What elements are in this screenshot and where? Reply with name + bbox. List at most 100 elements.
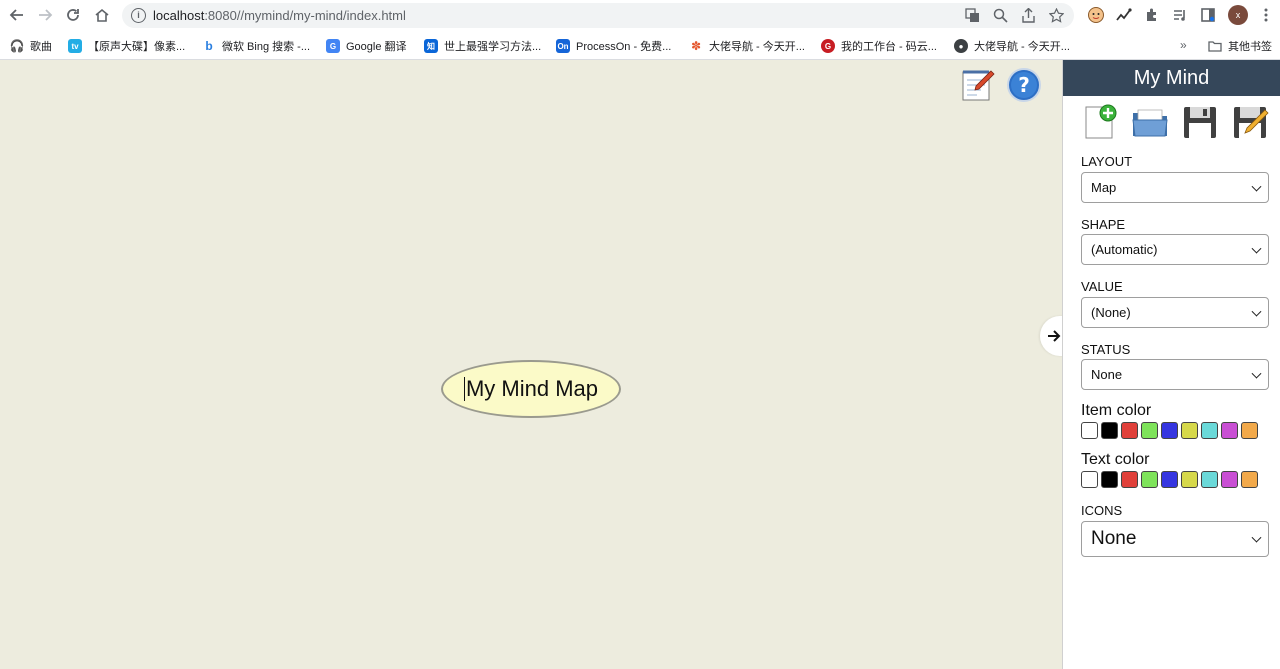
bookmark-item[interactable]: 知世上最强学习方法... — [424, 37, 541, 55]
icons-select[interactable]: None — [1081, 521, 1269, 557]
item-color-swatch-yellow[interactable] — [1181, 422, 1198, 439]
address-bar[interactable]: i localhost:8080//mymind/my-mind/index.h… — [122, 3, 1074, 28]
item-color-swatch-black[interactable] — [1101, 422, 1118, 439]
item-color-swatch-orange[interactable] — [1241, 422, 1258, 439]
root-node[interactable]: My Mind Map — [441, 360, 621, 418]
home-icon[interactable] — [91, 4, 113, 26]
zoom-icon[interactable] — [992, 7, 1009, 24]
value-select[interactable]: (None) — [1081, 297, 1269, 328]
bookmark-label: 大佬导航 - 今天开... — [974, 41, 1070, 53]
bookmark-item[interactable]: G 我的工作台 - 码云... — [821, 37, 937, 55]
item-color-swatch-red[interactable] — [1121, 422, 1138, 439]
new-file-icon[interactable] — [1081, 104, 1119, 140]
text-color-label: Text color — [1081, 451, 1150, 468]
bookmark-item[interactable]: 🎧 歌曲 — [10, 37, 52, 55]
bookmark-item[interactable]: b 微软 Bing 搜索 -... — [202, 37, 310, 55]
bookmark-label: 大佬导航 - 今天开... — [709, 41, 805, 53]
arrow-right-icon — [1048, 330, 1061, 342]
translate-icon[interactable] — [964, 7, 981, 24]
bookmark-label: 【原声大碟】像素... — [88, 41, 186, 53]
text-color-swatch-cyan[interactable] — [1201, 471, 1218, 488]
extension-chart-icon[interactable] — [1114, 5, 1134, 25]
folder-label: 其他书签 — [1228, 41, 1272, 53]
shape-label: SHAPE — [1081, 217, 1126, 232]
bookmark-label: 微软 Bing 搜索 -... — [222, 41, 311, 53]
processon-icon: On — [556, 39, 570, 53]
bookmark-item[interactable]: tv 【原声大碟】像素... — [68, 37, 185, 55]
extension-face-icon[interactable] — [1086, 5, 1106, 25]
status-label: STATUS — [1081, 342, 1131, 357]
headphones-icon: 🎧 — [9, 39, 25, 53]
bookmark-item[interactable]: On ProcessOn - 免费... — [556, 37, 671, 55]
url-host: localhost — [153, 8, 205, 23]
layout-select-value: Map — [1091, 180, 1117, 195]
chevron-down-icon — [1251, 306, 1262, 317]
chevron-down-icon — [1251, 532, 1262, 543]
notes-edit-icon[interactable] — [960, 67, 996, 103]
bookmark-label: Google 翻译 — [346, 41, 407, 53]
text-color-swatch-blue[interactable] — [1161, 471, 1178, 488]
shape-select[interactable]: (Automatic) — [1081, 234, 1269, 265]
save-as-icon[interactable] — [1231, 104, 1269, 140]
item-color-swatch-white[interactable] — [1081, 422, 1098, 439]
browser-menu-icon[interactable] — [1256, 5, 1276, 25]
back-arrow-icon[interactable] — [6, 4, 28, 26]
text-color-swatch-green[interactable] — [1141, 471, 1158, 488]
panel-title: My Mind — [1063, 60, 1280, 96]
root-node-text[interactable]: My Mind Map — [466, 376, 598, 402]
help-icon[interactable]: ? — [1006, 67, 1042, 103]
bing-icon: b — [202, 39, 216, 53]
text-color-swatch-white[interactable] — [1081, 471, 1098, 488]
folder-icon — [1208, 39, 1222, 53]
text-cursor — [463, 377, 465, 401]
value-label: VALUE — [1081, 279, 1123, 294]
text-color-swatch-red[interactable] — [1121, 471, 1138, 488]
bookmark-star-icon[interactable] — [1048, 7, 1065, 24]
chevron-down-icon — [1251, 243, 1262, 254]
text-color-swatch-black[interactable] — [1101, 471, 1118, 488]
bookmarks-overflow-button[interactable]: » — [1180, 38, 1187, 52]
item-color-label: Item color — [1081, 402, 1152, 419]
forward-arrow-icon[interactable] — [34, 4, 56, 26]
bookmark-item[interactable]: G Google 翻译 — [326, 37, 407, 55]
icons-label: ICONS — [1081, 503, 1123, 518]
item-color-swatch-blue[interactable] — [1161, 422, 1178, 439]
profile-avatar[interactable]: x — [1228, 5, 1248, 25]
bookmark-label: 世上最强学习方法... — [444, 41, 542, 53]
google-translate-icon: G — [326, 39, 340, 53]
open-folder-icon[interactable] — [1131, 104, 1169, 140]
bookmark-label: 我的工作台 - 码云... — [841, 41, 937, 53]
status-select[interactable]: None — [1081, 359, 1269, 390]
extensions-puzzle-icon[interactable] — [1142, 5, 1162, 25]
bookmark-label: ProcessOn - 免费... — [576, 41, 672, 53]
reload-icon[interactable] — [62, 4, 84, 26]
bookmark-item[interactable]: ● 大佬导航 - 今天开... — [954, 37, 1070, 55]
chevron-down-icon — [1251, 181, 1262, 192]
shape-select-value: (Automatic) — [1091, 242, 1158, 257]
text-color-swatch-magenta[interactable] — [1221, 471, 1238, 488]
item-color-swatch-green[interactable] — [1141, 422, 1158, 439]
file-actions — [1063, 96, 1280, 146]
url-text[interactable]: localhost:8080//mymind/my-mind/index.htm… — [153, 8, 406, 23]
reading-list-icon[interactable] — [1170, 5, 1190, 25]
item-color-swatches — [1081, 422, 1258, 439]
icons-select-value: None — [1091, 528, 1137, 549]
url-path: :8080//mymind/my-mind/index.html — [204, 8, 406, 23]
side-panel-icon[interactable] — [1198, 5, 1218, 25]
save-disk-icon[interactable] — [1181, 104, 1219, 140]
item-color-swatch-magenta[interactable] — [1221, 422, 1238, 439]
layout-label: LAYOUT — [1081, 154, 1133, 169]
site-info-icon[interactable]: i — [131, 8, 146, 23]
status-select-value: None — [1091, 367, 1123, 382]
other-bookmarks-folder[interactable]: 其他书签 — [1208, 37, 1272, 55]
browser-toolbar: i localhost:8080//mymind/my-mind/index.h… — [0, 0, 1280, 31]
text-color-swatch-yellow[interactable] — [1181, 471, 1198, 488]
bookmarks-bar: 🎧 歌曲 tv 【原声大碟】像素... b 微软 Bing 搜索 -... G Goog… — [0, 31, 1280, 60]
layout-select[interactable]: Map — [1081, 172, 1269, 203]
text-color-swatch-orange[interactable] — [1241, 471, 1258, 488]
svg-text:?: ? — [1018, 73, 1030, 97]
mindmap-canvas[interactable]: ? My Mind Map — [0, 60, 1062, 669]
share-icon[interactable] — [1020, 7, 1037, 24]
item-color-swatch-cyan[interactable] — [1201, 422, 1218, 439]
bookmark-item[interactable]: ✽ 大佬导航 - 今天开... — [689, 37, 805, 55]
